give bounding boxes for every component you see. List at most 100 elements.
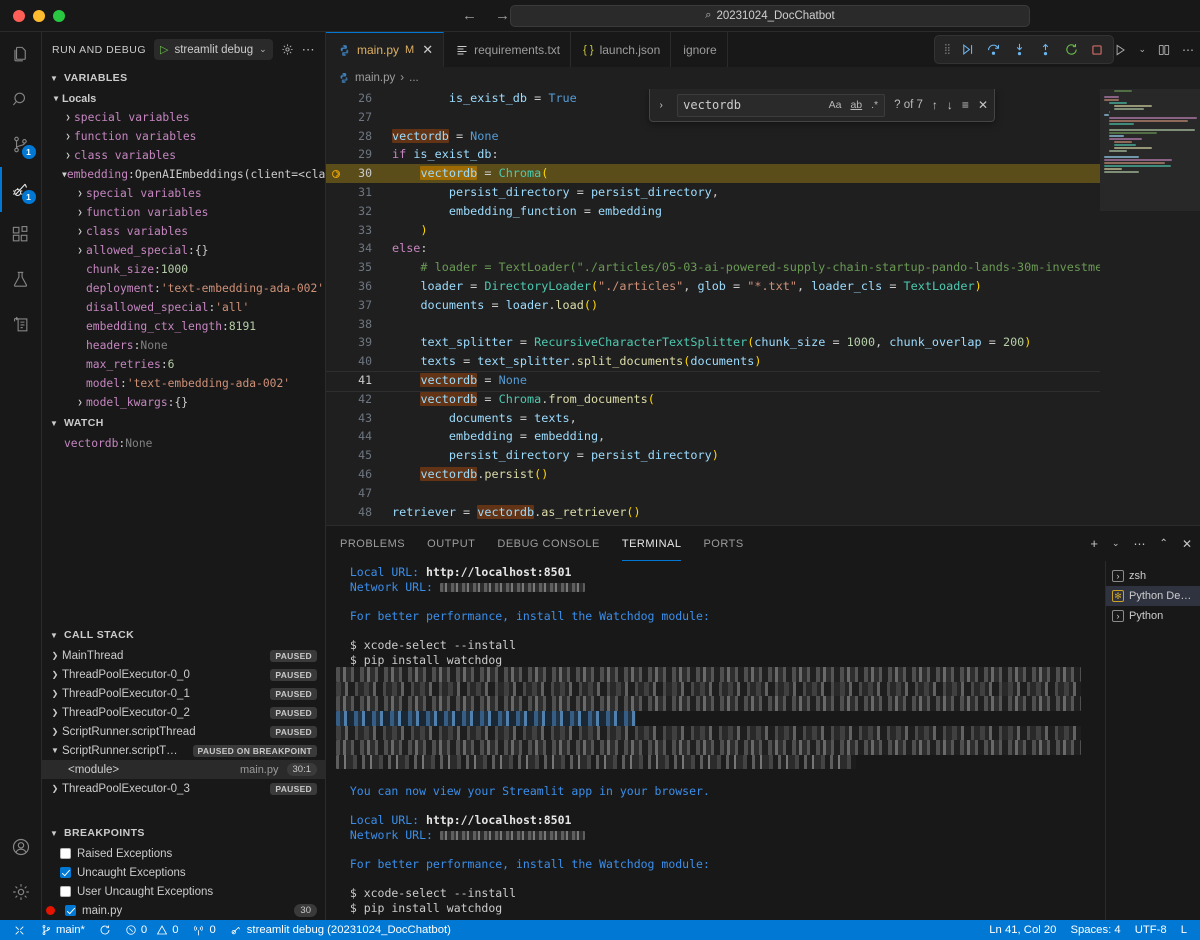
match-case-icon[interactable]: Aa (828, 99, 843, 111)
status-radio-tower[interactable]: 0 (185, 924, 222, 937)
code-line[interactable]: 31 persist_directory = persist_directory… (326, 183, 1100, 202)
code-line[interactable]: 33 ) (326, 221, 1100, 240)
terminal-output[interactable]: Local URL: http://localhost:8501 Network… (326, 561, 1105, 920)
chevron-down-icon[interactable]: ▼ (48, 746, 62, 755)
activitybar-item-remote-explorer[interactable] (0, 302, 42, 347)
chevron-right-icon[interactable]: ❯ (74, 189, 86, 198)
call-stack-row[interactable]: ❯ScriptRunner.scriptThreadPAUSED (42, 722, 325, 741)
code-line[interactable]: 34else: (326, 239, 1100, 258)
status-problems[interactable]: 0 0 (118, 924, 186, 936)
code-line[interactable]: 32 embedding_function = embedding (326, 202, 1100, 221)
variable-row[interactable]: ❯special variables (42, 108, 325, 127)
call-stack-row[interactable]: ❯ThreadPoolExecutor-0_1PAUSED (42, 684, 325, 703)
code-line[interactable]: 35 # loader = TextLoader("./articles/05-… (326, 258, 1100, 277)
window-controls[interactable] (0, 10, 65, 22)
tab-debug-console[interactable]: DEBUG CONSOLE (497, 526, 599, 561)
run-dropdown-button[interactable]: ⌄ (1138, 44, 1146, 55)
call-stack-row[interactable]: ❯ThreadPoolExecutor-0_2PAUSED (42, 703, 325, 722)
variable-row[interactable]: ▼Locals (42, 89, 325, 108)
toggle-replace-icon[interactable]: › (654, 100, 668, 111)
chevron-right-icon[interactable]: ❯ (74, 208, 86, 217)
status-encoding[interactable]: UTF-8 (1128, 924, 1174, 936)
find-previous-button[interactable]: ↑ (932, 98, 938, 112)
section-header-callstack[interactable]: ▼ CALL STACK (42, 624, 325, 646)
breakpoint-row[interactable]: Raised Exceptions (42, 844, 325, 863)
chevron-right-icon[interactable]: ❯ (62, 132, 74, 141)
find-close-button[interactable]: ✕ (978, 98, 988, 112)
use-regex-icon[interactable]: .* (870, 99, 879, 111)
find-next-button[interactable]: ↓ (947, 98, 953, 112)
code-line[interactable]: 48retriever = vectordb.as_retriever() (326, 503, 1100, 522)
stop-button[interactable] (1090, 43, 1104, 57)
new-terminal-button[interactable]: + (1090, 536, 1098, 551)
chevron-right-icon[interactable]: ❯ (48, 651, 62, 660)
code-line[interactable]: 46 vectordb.persist() (326, 465, 1100, 484)
minimize-window-button[interactable] (33, 10, 45, 22)
tab-ignore[interactable]: ignore (671, 32, 727, 67)
breakpoint-checkbox[interactable] (65, 905, 76, 916)
tab-requirements-txt[interactable]: requirements.txt (444, 32, 571, 67)
restart-button[interactable] (1064, 42, 1079, 57)
breakpoint-row[interactable]: User Uncaught Exceptions (42, 882, 325, 901)
variable-row[interactable]: model: 'text-embedding-ada-002' (42, 374, 325, 393)
activitybar-item-extensions[interactable] (0, 212, 42, 257)
tab-problems[interactable]: PROBLEMS (340, 526, 405, 561)
code-line[interactable]: 45 persist_directory = persist_directory… (326, 446, 1100, 465)
whole-word-icon[interactable]: ab (849, 99, 863, 111)
chevron-right-icon[interactable]: ❯ (48, 708, 62, 717)
breadcrumb[interactable]: main.py › ... (326, 67, 1200, 89)
chevron-right-icon[interactable]: ❯ (74, 398, 86, 407)
close-window-button[interactable] (13, 10, 25, 22)
chevron-right-icon[interactable]: ❯ (48, 689, 62, 698)
code-line[interactable]: 37 documents = loader.load() (326, 296, 1100, 315)
breakpoint-checkbox[interactable] (60, 867, 71, 878)
chevron-right-icon[interactable]: ❯ (74, 246, 86, 255)
call-stack-row[interactable]: ❯MainThreadPAUSED (42, 646, 325, 665)
code-line[interactable]: 41 vectordb = None (326, 371, 1100, 390)
code-lines[interactable]: 26 is_exist_db = True2728vectordb = None… (326, 89, 1100, 525)
section-header-breakpoints[interactable]: ▼ BREAKPOINTS (42, 822, 325, 844)
go-forward-icon[interactable]: → (495, 7, 510, 24)
minimap[interactable] (1100, 89, 1200, 525)
variable-row[interactable]: max_retries: 6 (42, 355, 325, 374)
breakpoint-checkbox[interactable] (60, 886, 71, 897)
section-header-watch[interactable]: ▼ WATCH (42, 412, 325, 434)
call-stack-row[interactable]: ❯ThreadPoolExecutor-0_0PAUSED (42, 665, 325, 684)
chevron-right-icon[interactable]: ❯ (48, 784, 62, 793)
maximize-window-button[interactable] (53, 10, 65, 22)
status-branch[interactable]: main* (33, 924, 92, 936)
activitybar-item-explorer[interactable] (0, 32, 42, 77)
open-launch-json-gear-icon[interactable] (281, 43, 294, 56)
variable-row[interactable]: deployment: 'text-embedding-ada-002' (42, 279, 325, 298)
activitybar-item-run-and-debug[interactable]: 1 (0, 167, 42, 212)
launch-configuration-select[interactable]: ▷ streamlit debug ⌄ (154, 39, 273, 60)
chevron-down-icon[interactable]: ▼ (50, 94, 62, 103)
command-center-search[interactable]: ⌕ 20231024_DocChatbot (510, 5, 1030, 27)
variable-row[interactable]: ❯special variables (42, 184, 325, 203)
code-scroll-area[interactable]: 26 is_exist_db = True2728vectordb = None… (326, 89, 1100, 525)
breakpoints-list[interactable]: Raised ExceptionsUncaught ExceptionsUser… (42, 844, 325, 920)
chevron-right-icon[interactable]: ❯ (48, 670, 62, 679)
terminal-dropdown-button[interactable]: ⌄ (1112, 538, 1120, 549)
breadcrumb-rest[interactable]: ... (409, 72, 419, 84)
step-into-button[interactable] (1012, 42, 1027, 57)
section-header-variables[interactable]: ▼ VARIABLES (42, 67, 325, 89)
debug-toolbar-grip-icon[interactable]: ⣿ (944, 44, 949, 55)
status-debug-session[interactable]: streamlit debug (20231024_DocChatbot) (223, 924, 458, 937)
maximize-panel-button[interactable]: ⌃ (1160, 538, 1168, 549)
status-cursor-position[interactable]: Ln 41, Col 20 (982, 924, 1063, 936)
chevron-right-icon[interactable]: ❯ (62, 113, 74, 122)
terminal-list-item[interactable]: ›Python (1106, 606, 1200, 626)
code-line[interactable]: 44 embedding = embedding, (326, 427, 1100, 446)
close-panel-button[interactable]: ✕ (1182, 537, 1192, 551)
status-sync[interactable] (92, 924, 118, 936)
status-eol[interactable]: L (1174, 924, 1194, 936)
activitybar-item-testing[interactable] (0, 257, 42, 302)
tab-close-button[interactable]: ✕ (422, 42, 433, 58)
panel-more-button[interactable]: ⋯ (1134, 537, 1146, 551)
tab-output[interactable]: OUTPUT (427, 526, 475, 561)
variable-row[interactable]: ❯allowed_special: {} (42, 241, 325, 260)
code-line[interactable]: 43 documents = texts, (326, 409, 1100, 428)
variable-row[interactable]: disallowed_special: 'all' (42, 298, 325, 317)
variable-row[interactable]: ❯model_kwargs: {} (42, 393, 325, 412)
